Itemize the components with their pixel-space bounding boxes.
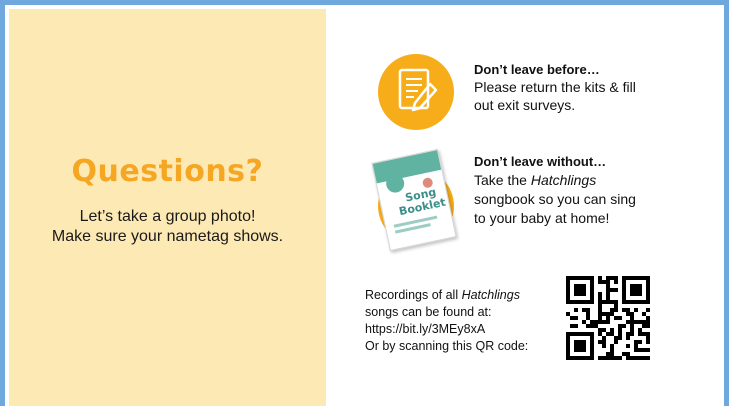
without-line-1-prefix: Take the [474, 172, 531, 188]
recordings-url-link[interactable]: https://bit.ly/3MEy8xA [365, 322, 485, 336]
without-line-1: Take the Hatchlings [474, 172, 596, 188]
questions-panel: Questions? Let’s take a group photo! Mak… [9, 9, 326, 406]
without-line-2: songbook so you can sing [474, 191, 636, 207]
recordings-line-2: songs can be found at: [365, 305, 492, 319]
without-heading: Don’t leave without… [474, 154, 607, 169]
nametag-text: Make sure your nametag shows. [51, 228, 284, 245]
before-heading: Don’t leave before… [474, 62, 600, 77]
recordings-line-4: Or by scanning this QR code: [365, 339, 529, 353]
recordings-hatchlings-italic: Hatchlings [461, 288, 520, 302]
qr-code-icon[interactable] [566, 276, 650, 360]
questions-title: Questions? [71, 154, 264, 189]
before-line-1: Please return the kits & fill [474, 79, 636, 95]
group-photo-text: Let’s take a group photo! [79, 208, 256, 225]
recordings-prefix: Recordings of all [365, 288, 462, 302]
recordings-line-1: Recordings of all Hatchlings [365, 288, 520, 302]
clipboard-pencil-icon [378, 54, 454, 130]
without-line-3: to your baby at home! [474, 210, 610, 226]
before-line-2: out exit surveys. [474, 97, 576, 113]
hatchlings-italic: Hatchlings [530, 172, 597, 188]
